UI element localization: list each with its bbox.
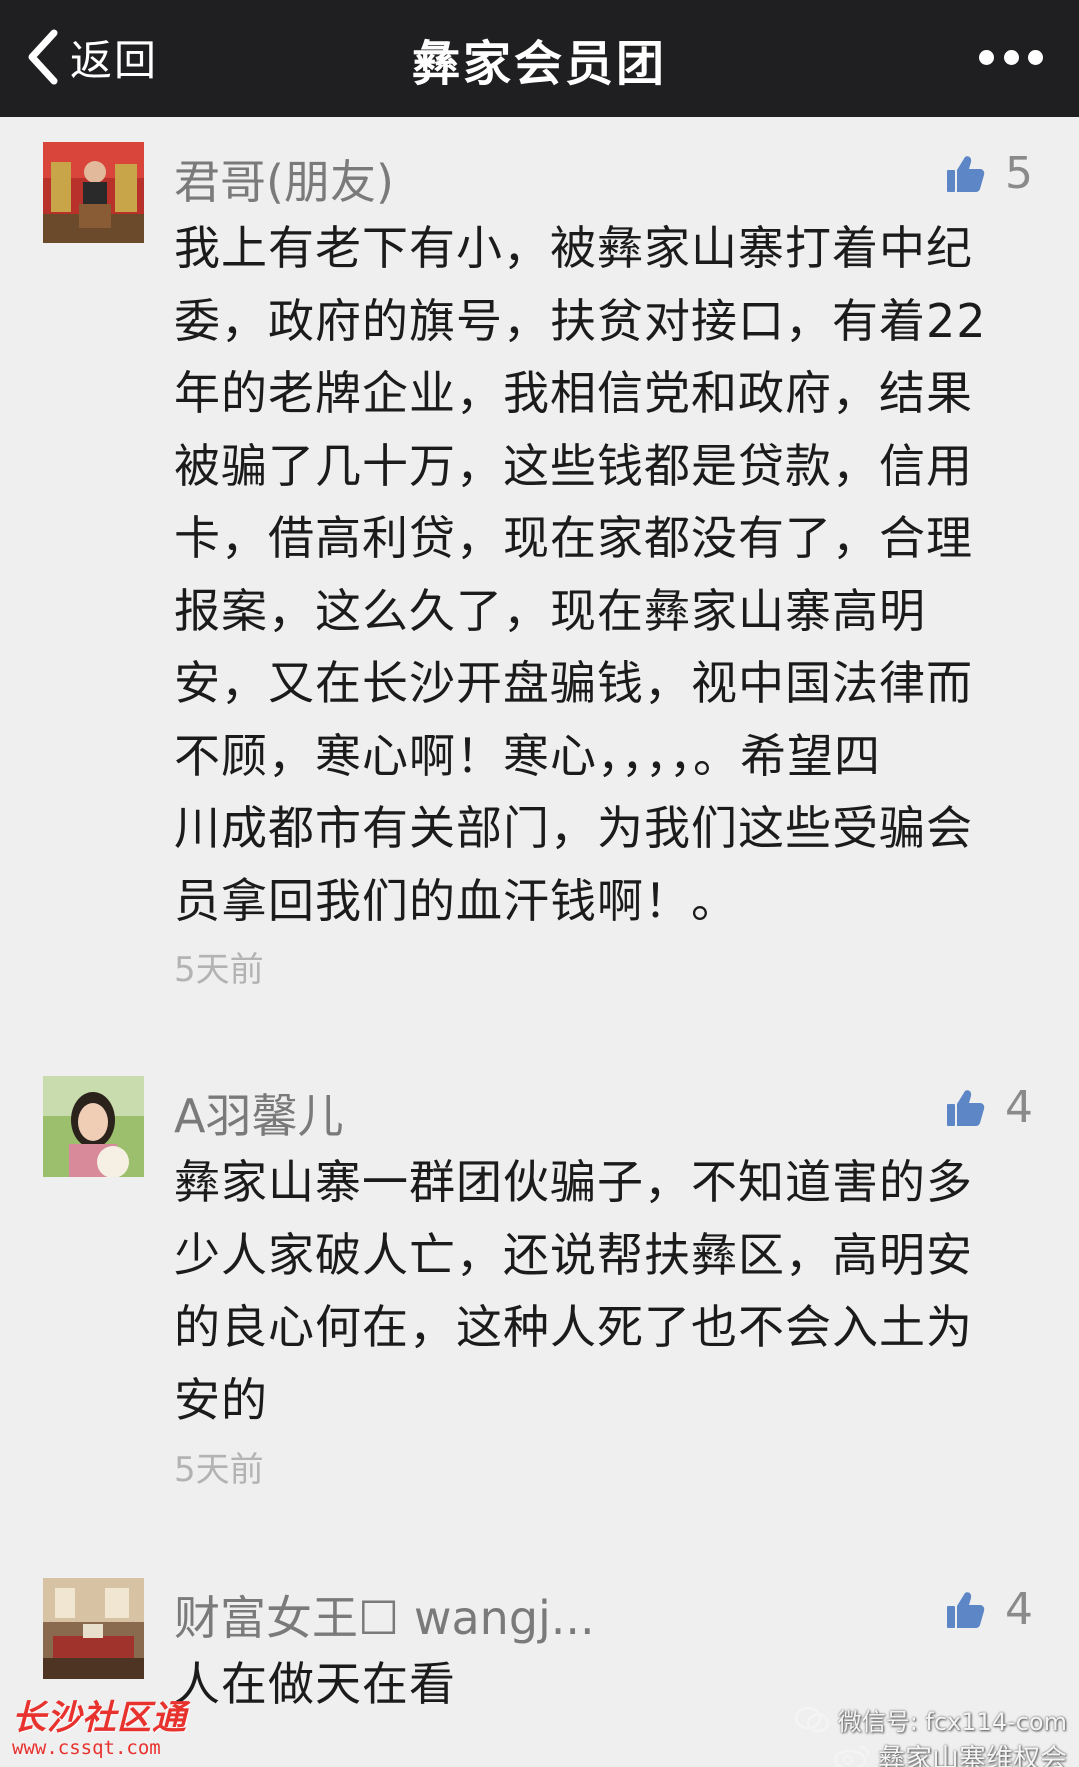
like-count: 5 [1005, 148, 1033, 199]
watermark-site-url: www.cssqt.com [12, 1737, 161, 1759]
comment-line: 委，政府的旗号，扶贫对接口，有着22 [174, 293, 987, 348]
avatar-image [43, 1076, 144, 1177]
more-dot-icon [1003, 49, 1019, 65]
comment-line: 被骗了几十万，这些钱都是贷款，信用 [174, 438, 973, 493]
thumbs-up-icon [947, 1591, 985, 1628]
avatar-image [43, 1578, 144, 1679]
watermark-wechat-id: 微信号: fcx114-com [837, 1708, 1067, 1736]
comment-line: 彝家山寨一群团伙骗子，不知道害的多 [174, 1155, 973, 1209]
comment-nickname[interactable]: A羽馨儿 [174, 1080, 343, 1146]
comment-line: 我上有老下有小，被彝家山寨打着中纪 [174, 221, 973, 275]
comment-line: 安的 [174, 1372, 268, 1427]
avatar[interactable] [43, 1578, 144, 1679]
comment-line: 少人家破人亡，还说帮扶彝区，高明安 [174, 1227, 973, 1282]
avatar[interactable] [43, 1076, 144, 1177]
comment-line: 的良心何在，这种人死了也不会入土为 [174, 1300, 973, 1354]
thumbs-up-icon [947, 1089, 985, 1126]
avatar[interactable] [43, 142, 144, 243]
navbar: 返回 彝家会员团 [0, 0, 1079, 117]
like-button[interactable]: 5 [945, 148, 1033, 199]
wechat-icon [794, 1706, 829, 1732]
page-title: 彝家会员团 [411, 36, 667, 92]
comment-time: 5天前 [174, 950, 264, 990]
comment-line: 不顾，寒心啊！寒心，，，，。希望四 [174, 728, 881, 783]
comment-nickname[interactable]: 君哥(朋友) [174, 146, 394, 212]
watermark-site-name: 长沙社区通 [12, 1698, 187, 1738]
weibo-icon [833, 1745, 870, 1767]
watermark-left: 长沙社区通 www.cssqt.com [12, 1690, 187, 1759]
thumbs-up-icon [947, 155, 985, 192]
comment-content: 我上有老下有小，被彝家山寨打着中纪 委，政府的旗号，扶贫对接口，有着22 年的老… [174, 212, 1040, 937]
watermark-right: 微信号: fcx114-com 彝家山寨维权会 [794, 1702, 1067, 1767]
comment-line: 员拿回我们的血汗钱啊！。 [174, 873, 738, 928]
comment-line: 川成都市有关部门，为我们这些受骗会 [174, 801, 973, 855]
comment-line: 年的老牌企业，我相信党和政府，结果 [174, 366, 973, 420]
comment-line: 安，又在长沙开盘骗钱，视中国法律而 [174, 656, 973, 710]
comment-nickname[interactable]: 财富女王☐ wangj... [174, 1582, 595, 1648]
comment-time: 5天前 [174, 1450, 264, 1490]
comment-content: 彝家山寨一群团伙骗子，不知道害的多 少人家破人亡，还说帮扶彝区，高明安 的良心何… [174, 1146, 1040, 1436]
comment-line: 卡，借高利贷，现在家都没有了，合理 [174, 511, 973, 565]
more-menu-button[interactable] [979, 42, 1043, 72]
like-count: 4 [1005, 1082, 1033, 1133]
comment-line: 报案，这么久了，现在彝家山寨高明 [174, 583, 926, 638]
more-dot-icon [1028, 49, 1043, 65]
avatar-image [43, 142, 144, 243]
like-button[interactable]: 4 [945, 1584, 1033, 1635]
like-count: 4 [1005, 1584, 1033, 1635]
more-dot-icon [979, 49, 994, 65]
like-button[interactable]: 4 [945, 1082, 1033, 1133]
watermark-account-name: 彝家山寨维权会 [878, 1744, 1067, 1767]
